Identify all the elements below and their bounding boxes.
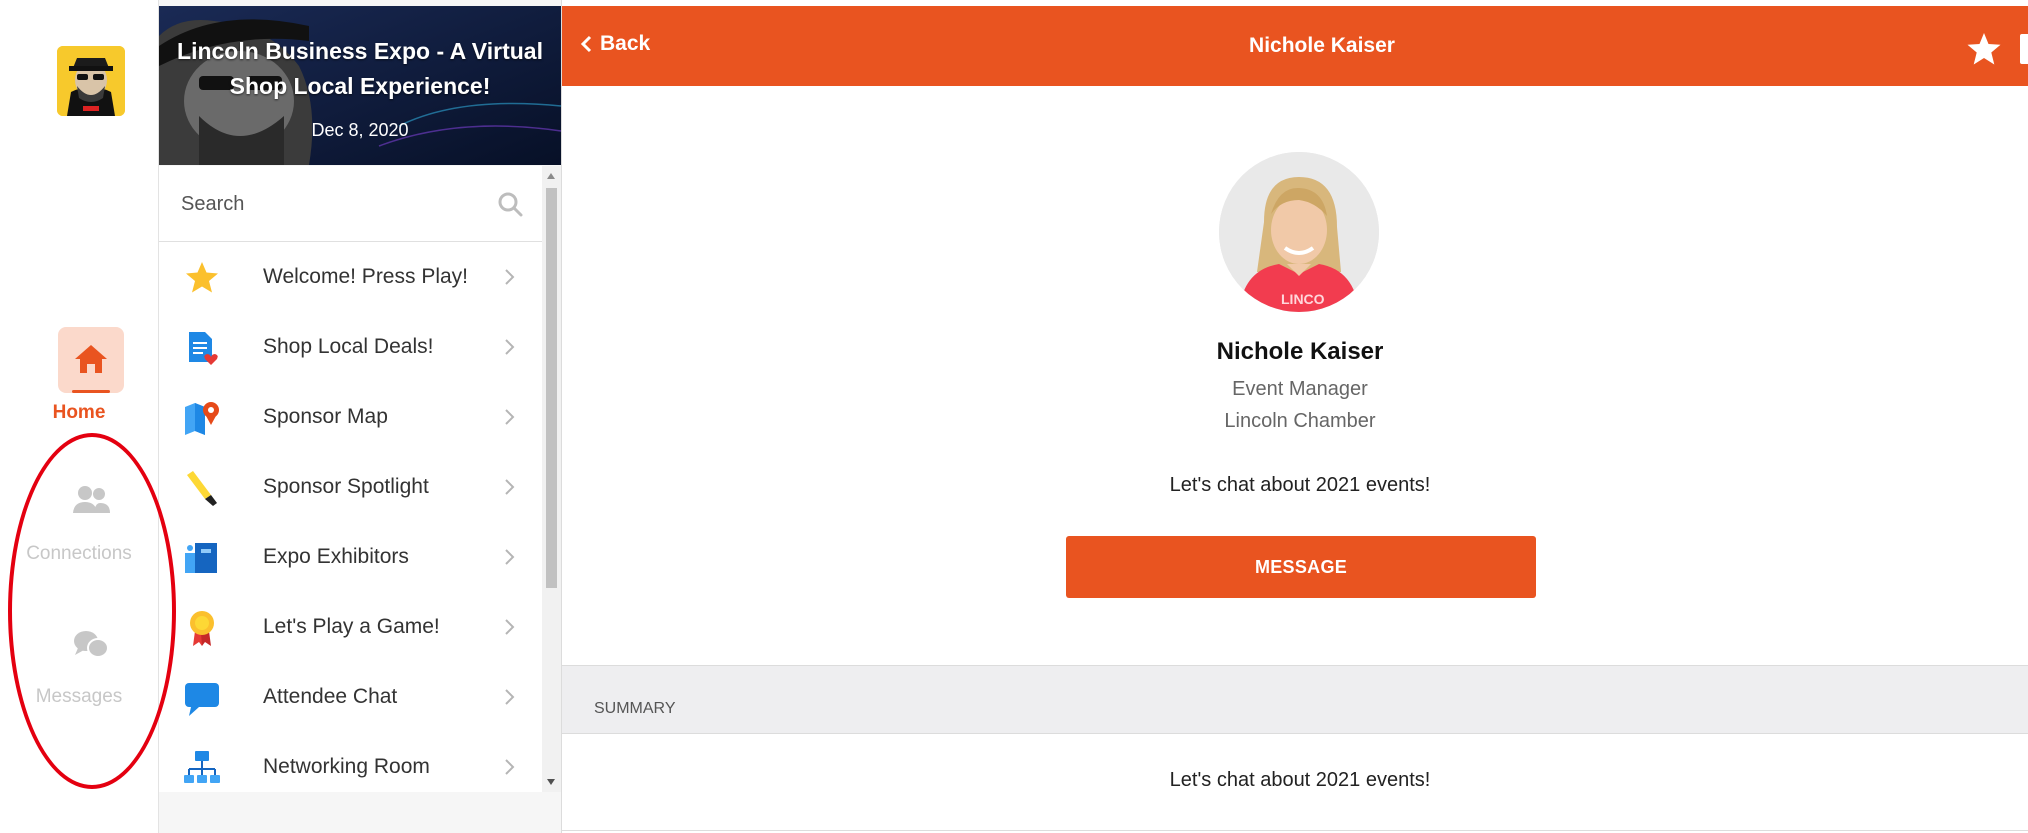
menu-item-lets-play-a-game[interactable]: Let's Play a Game! bbox=[159, 592, 542, 662]
summary-section-header: SUMMARY bbox=[562, 665, 2028, 734]
chevron-right-icon bbox=[505, 479, 515, 495]
chevron-right-icon bbox=[505, 269, 515, 285]
map-pin-icon bbox=[185, 402, 219, 435]
profile-tagline: Let's chat about 2021 events! bbox=[1169, 474, 1431, 496]
menu-item-label: Networking Room bbox=[263, 755, 430, 778]
award-ribbon-icon bbox=[190, 611, 214, 646]
person-avatar-image: LINCO bbox=[1219, 152, 1379, 312]
connections-nav-button[interactable] bbox=[58, 475, 124, 530]
notes-icon[interactable] bbox=[2020, 34, 2028, 64]
speech-bubble-icon bbox=[185, 683, 219, 716]
profile-name: Nichole Kaiser bbox=[1216, 338, 1384, 365]
nav-label-connections[interactable]: Connections bbox=[0, 543, 158, 565]
booth-icon bbox=[185, 543, 217, 573]
menu-item-label: Let's Play a Game! bbox=[263, 615, 440, 638]
menu-item-sponsor-spotlight[interactable]: Sponsor Spotlight bbox=[159, 452, 542, 522]
menu-item-welcome[interactable]: Welcome! Press Play! bbox=[159, 242, 542, 312]
menu-item-label: Welcome! Press Play! bbox=[263, 265, 469, 288]
chevron-right-icon bbox=[505, 549, 515, 565]
event-date: Dec 8, 2020 bbox=[311, 120, 409, 140]
menu-item-sponsor-map[interactable]: Sponsor Map bbox=[159, 382, 542, 452]
summary-text: Let's chat about 2021 events! bbox=[1169, 769, 1431, 791]
nav-label-messages[interactable]: Messages bbox=[0, 686, 158, 708]
summary-label: SUMMARY bbox=[594, 700, 676, 717]
menu-item-label: Attendee Chat bbox=[263, 685, 398, 708]
flashlight-icon bbox=[187, 471, 217, 506]
profile-role: Event Manager bbox=[1232, 378, 1368, 400]
menu-item-expo-exhibitors[interactable]: Expo Exhibitors bbox=[159, 522, 542, 592]
message-button[interactable]: MESSAGE bbox=[1066, 536, 1536, 598]
menu-item-label: Sponsor Map bbox=[263, 405, 388, 428]
nav-label-home[interactable]: Home bbox=[0, 402, 158, 424]
menu-scrollbar[interactable] bbox=[542, 166, 561, 792]
event-title: Lincoln Business Expo - A Virtual Shop L… bbox=[177, 38, 543, 99]
svg-text:LINCO: LINCO bbox=[1281, 291, 1325, 307]
profile-header-bar: Back Nichole Kaiser bbox=[562, 6, 2028, 86]
home-icon bbox=[75, 345, 107, 373]
search-input[interactable] bbox=[179, 186, 483, 222]
event-banner[interactable]: Lincoln Business Expo - A Virtual Shop L… bbox=[159, 6, 561, 165]
menu-item-shop-local-deals[interactable]: Shop Local Deals! bbox=[159, 312, 542, 382]
chat-bubbles-icon bbox=[74, 631, 109, 658]
chevron-right-icon bbox=[505, 619, 515, 635]
menu-item-label: Shop Local Deals! bbox=[263, 335, 434, 358]
search-bar bbox=[159, 166, 542, 242]
scroll-up-arrow-icon[interactable] bbox=[547, 173, 555, 179]
messages-nav-button[interactable] bbox=[58, 618, 124, 673]
app-logo[interactable] bbox=[57, 46, 125, 116]
menu-item-networking-room[interactable]: Networking Room bbox=[159, 732, 542, 792]
profile-view: Back Nichole Kaiser LINCO Nichole Kaiser… bbox=[562, 0, 2028, 833]
star-icon bbox=[186, 262, 218, 293]
event-menu-list: Welcome! Press Play! Shop Local Deals! S… bbox=[159, 242, 542, 792]
favorite-star-icon[interactable] bbox=[1966, 32, 2002, 66]
chevron-right-icon bbox=[505, 409, 515, 425]
document-heart-icon bbox=[189, 332, 218, 365]
divider bbox=[562, 830, 2028, 831]
header-title: Nichole Kaiser bbox=[1249, 34, 1395, 57]
menu-item-label: Sponsor Spotlight bbox=[263, 475, 429, 498]
chevron-right-icon bbox=[505, 339, 515, 355]
left-nav-rail: Home Connections Messages bbox=[0, 0, 159, 833]
chevron-right-icon bbox=[505, 689, 515, 705]
scroll-down-arrow-icon[interactable] bbox=[547, 779, 555, 785]
lincoln-logo-icon bbox=[57, 46, 125, 116]
menu-item-attendee-chat[interactable]: Attendee Chat bbox=[159, 662, 542, 732]
menu-item-label: Expo Exhibitors bbox=[263, 545, 409, 568]
active-indicator bbox=[72, 390, 110, 393]
search-icon[interactable] bbox=[496, 190, 524, 218]
event-menu-panel: Lincoln Business Expo - A Virtual Shop L… bbox=[159, 0, 562, 833]
scrollbar-thumb[interactable] bbox=[546, 188, 557, 588]
chevron-right-icon bbox=[505, 759, 515, 775]
people-icon bbox=[73, 486, 110, 513]
profile-organization: Lincoln Chamber bbox=[1224, 410, 1376, 432]
profile-photo: LINCO bbox=[1219, 152, 1379, 312]
network-icon bbox=[184, 751, 220, 783]
home-nav-button[interactable] bbox=[58, 327, 124, 393]
